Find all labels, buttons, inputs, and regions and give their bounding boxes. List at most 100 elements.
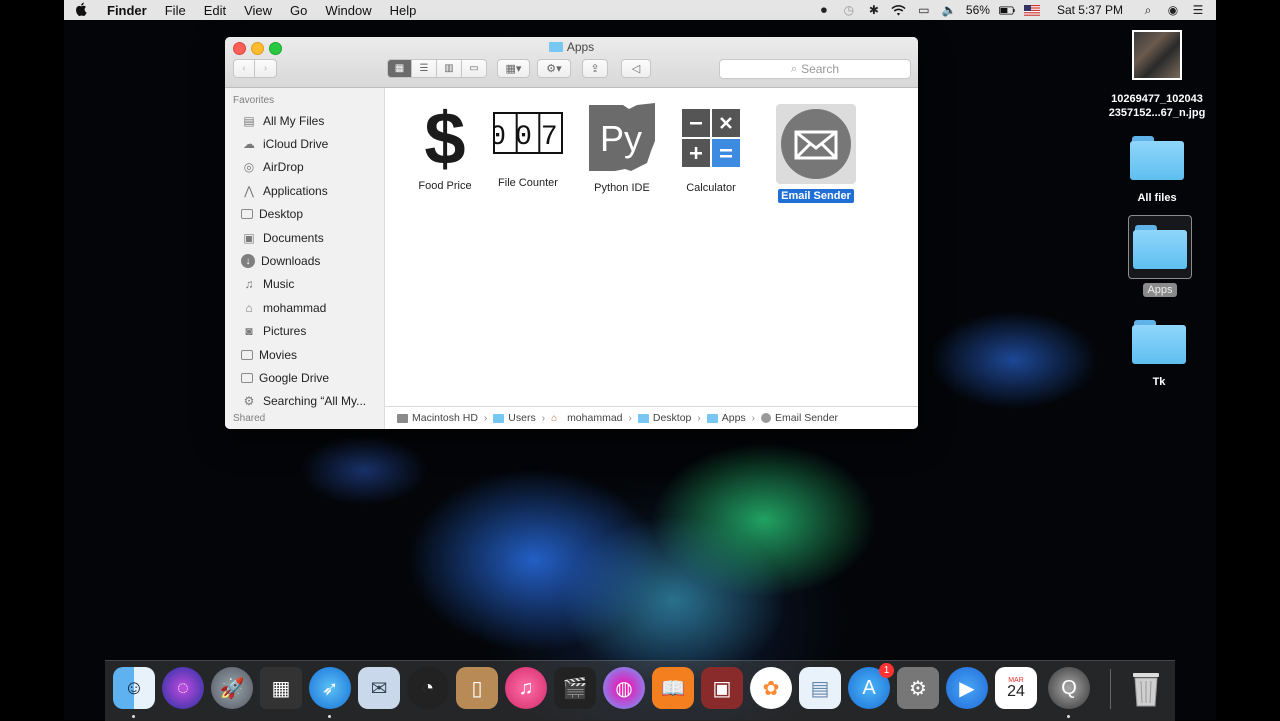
siri-icon[interactable]: ◉: [1165, 3, 1181, 17]
menu-finder[interactable]: Finder: [98, 3, 156, 18]
path-separator-icon: ›: [751, 412, 756, 424]
safari-compass-icon[interactable]: ➶: [309, 667, 351, 709]
file-label-text: Email Sender: [778, 189, 854, 203]
action-gear-button[interactable]: ⚙▾: [537, 59, 571, 78]
share-button[interactable]: ⇪: [582, 59, 608, 78]
siri-icon[interactable]: ◌: [162, 667, 204, 709]
path-item-desktop[interactable]: Desktop: [637, 412, 692, 424]
forward-button[interactable]: ›: [255, 59, 277, 78]
launchpad-rocket-icon[interactable]: 🚀: [211, 667, 253, 709]
photo-booth-icon[interactable]: ▣: [701, 667, 743, 709]
notification-center-icon[interactable]: ☰: [1190, 3, 1206, 17]
sidebar-item-airdrop[interactable]: ◎ AirDrop: [225, 156, 384, 179]
sidebar-item-desktop[interactable]: Desktop: [225, 203, 384, 226]
path-label: Desktop: [652, 412, 692, 424]
bluetooth-icon[interactable]: ✱: [866, 3, 882, 17]
path-label: Apps: [721, 412, 746, 424]
preview-icon[interactable]: ▤: [799, 667, 841, 709]
sidebar-item-documents[interactable]: ▣ Documents: [225, 226, 384, 249]
path-separator-icon: ›: [697, 412, 701, 424]
menu-view[interactable]: View: [235, 3, 281, 18]
cloud-icon: ☁: [243, 137, 255, 152]
sidebar-item-pictures[interactable]: ◙ Pictures: [225, 320, 384, 343]
airplay-icon[interactable]: ▭: [916, 3, 932, 17]
finder-icon[interactable]: ☺: [113, 667, 155, 709]
path-item-macintosh-hd[interactable]: Macintosh HD: [397, 412, 478, 424]
photo-thumbnail: [1132, 30, 1182, 80]
path-item-apps[interactable]: Apps: [706, 412, 746, 424]
trash-icon[interactable]: [1125, 667, 1167, 709]
path-item-home[interactable]: ⌂ mohammad: [551, 412, 622, 424]
desktop-item-apps[interactable]: Apps: [1095, 215, 1225, 297]
time-machine-icon[interactable]: ◷: [841, 3, 857, 17]
path-item-email-sender[interactable]: Email Sender: [761, 412, 838, 424]
app-store-icon[interactable]: A1: [848, 663, 894, 709]
sidebar: Favorites ▤ All My Files ☁ iCloud Drive ◎ A…: [225, 88, 385, 429]
back-forward-control: ‹ ›: [233, 59, 277, 78]
menu-help[interactable]: Help: [381, 3, 426, 18]
file-item-python-ide[interactable]: Py Python IDE: [577, 98, 667, 194]
cover-flow-button[interactable]: ▭: [462, 59, 487, 78]
ibooks-book-icon[interactable]: 📖: [652, 667, 694, 709]
volume-icon[interactable]: 🔈: [941, 3, 957, 17]
spotlight-search-icon[interactable]: ⌕: [1140, 3, 1156, 17]
sidebar-item-movies[interactable]: Movies: [225, 343, 384, 366]
menu-edit[interactable]: Edit: [195, 3, 235, 18]
desktop-item-label: Apps: [1143, 283, 1177, 297]
dock: ☺ ◌ 🚀 ▦ ➶ ✉ ◔ ▯ ♫ 🎬 ◍ 📖 ▣ ✿ ▤ A1 ⚙ ▶ MAR…: [105, 660, 1175, 721]
file-item-file-counter[interactable]: 007 File Counter: [483, 93, 573, 189]
sidebar-item-icloud-drive[interactable]: ☁ iCloud Drive: [225, 132, 384, 155]
file-item-food-price[interactable]: $ Food Price: [400, 96, 490, 192]
system-preferences-gear-icon[interactable]: ⚙: [897, 667, 939, 709]
menu-go[interactable]: Go: [281, 3, 316, 18]
calendar-icon[interactable]: MAR 24: [995, 667, 1037, 709]
path-separator-icon: ›: [628, 412, 632, 424]
sidebar-item-smart-search[interactable]: ⚙ Searching “All My...: [225, 390, 384, 413]
sidebar-item-all-my-files[interactable]: ▤ All My Files: [225, 109, 384, 132]
file-item-calculator[interactable]: Calculator: [666, 98, 756, 194]
folder-icon: [241, 372, 253, 383]
battery-icon[interactable]: [998, 3, 1015, 17]
us-flag-icon[interactable]: [1023, 3, 1040, 17]
column-view-button[interactable]: ▥: [437, 59, 462, 78]
clock[interactable]: Sat 5:37 PM: [1057, 3, 1123, 17]
dashboard-gauge-icon[interactable]: ◔: [407, 667, 449, 709]
record-icon[interactable]: ⏺: [816, 3, 832, 17]
sidebar-item-applications[interactable]: ⋀ Applications: [225, 179, 384, 202]
zoom-video-icon[interactable]: ▶: [946, 667, 988, 709]
file-item-email-sender[interactable]: Email Sender: [771, 104, 861, 203]
contacts-book-icon[interactable]: ▯: [456, 667, 498, 709]
mail-stamp-icon[interactable]: ✉: [358, 667, 400, 709]
desktop-item-tk[interactable]: Tk: [1094, 320, 1224, 388]
sidebar-item-music[interactable]: ♫ Music: [225, 273, 384, 296]
sidebar-item-downloads[interactable]: ↓ Downloads: [225, 249, 384, 272]
photos-flower-icon[interactable]: ✿: [750, 667, 792, 709]
menu-file[interactable]: File: [156, 3, 195, 18]
folder-icon: [1130, 136, 1184, 180]
sidebar-item-home[interactable]: ⌂ mohammad: [225, 296, 384, 319]
counter-icon: 007: [483, 93, 573, 173]
camera-icon: ◙: [245, 324, 253, 339]
desktop-item-photo[interactable]: 10269477_102043 2357152...67_n.jpg: [1092, 30, 1222, 120]
sidebar-item-label: Pictures: [263, 324, 307, 339]
quicktime-icon[interactable]: Q: [1048, 667, 1090, 709]
motion-icon[interactable]: ◍: [603, 667, 645, 709]
back-button[interactable]: ‹: [233, 59, 255, 78]
menu-window[interactable]: Window: [316, 3, 380, 18]
sidebar-item-google-drive[interactable]: Google Drive: [225, 366, 384, 389]
itunes-music-icon[interactable]: ♫: [505, 667, 547, 709]
sidebar-item-label: Desktop: [259, 207, 304, 222]
arrange-button[interactable]: ▦▾: [497, 59, 530, 78]
folder-icon: [493, 413, 505, 423]
dollar-icon: $: [400, 96, 490, 176]
list-view-button[interactable]: ☰: [412, 59, 437, 78]
final-cut-clapper-icon[interactable]: 🎬: [554, 667, 596, 709]
tags-button[interactable]: ◁: [621, 59, 651, 78]
path-item-users[interactable]: Users: [493, 412, 536, 424]
apple-menu-icon[interactable]: [64, 2, 98, 19]
icon-view-button[interactable]: ▦: [387, 59, 412, 78]
desktop-item-all-files[interactable]: All files: [1092, 136, 1222, 204]
search-field[interactable]: ⌕ Search: [719, 59, 911, 79]
mission-control-icon[interactable]: ▦: [260, 667, 302, 709]
wifi-icon[interactable]: [891, 3, 907, 17]
